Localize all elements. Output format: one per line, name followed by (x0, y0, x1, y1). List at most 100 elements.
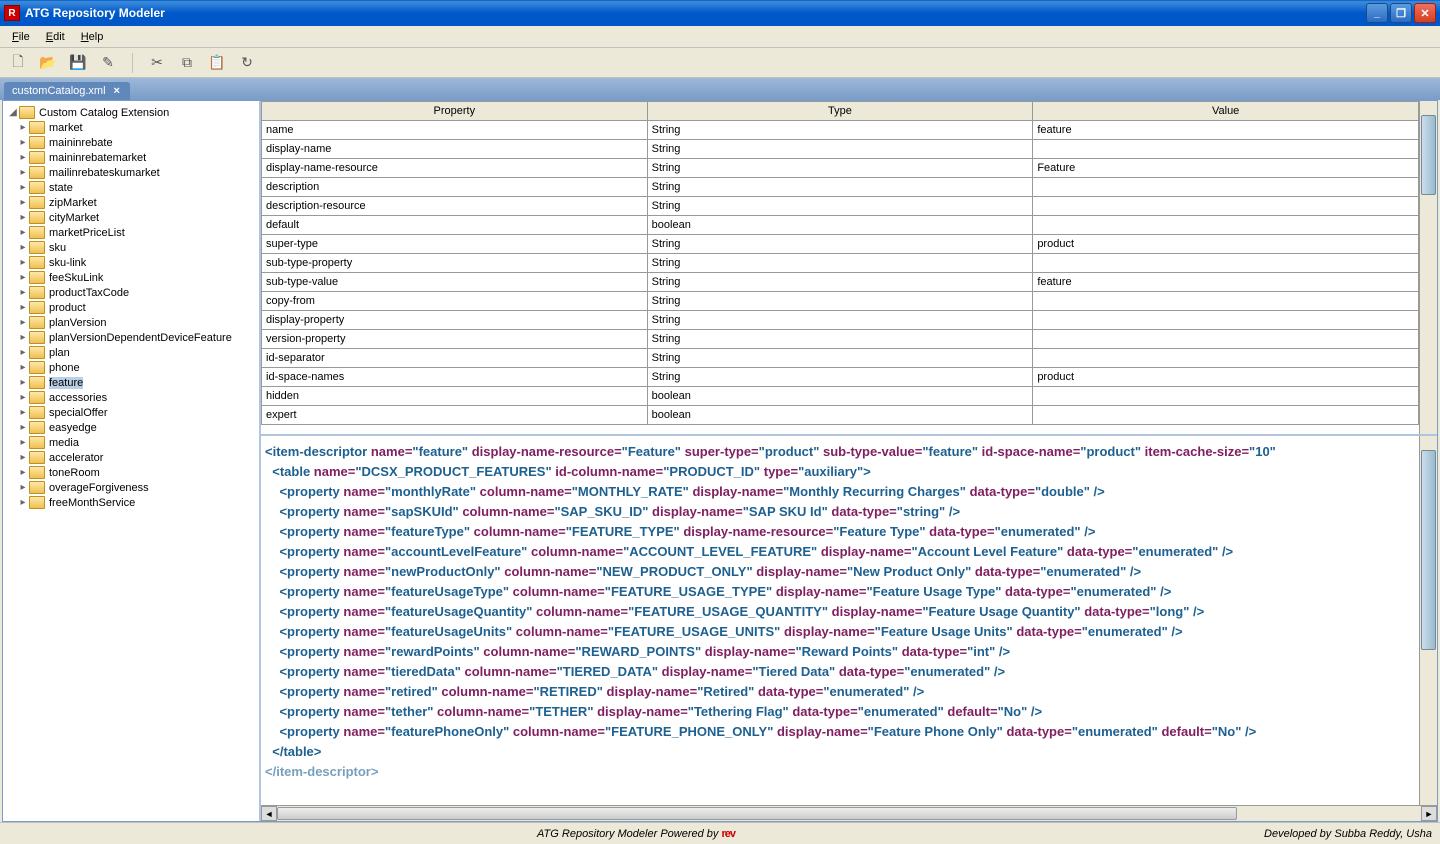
cell-property[interactable]: super-type (262, 235, 648, 254)
cell-property[interactable]: description (262, 178, 648, 197)
cell-value[interactable] (1033, 311, 1419, 330)
expander-icon[interactable]: ▸ (17, 197, 29, 208)
menu-file[interactable]: File (4, 29, 38, 45)
cell-property[interactable]: version-property (262, 330, 648, 349)
tree-item[interactable]: ▸media (3, 435, 259, 450)
property-table[interactable]: Property Type Value nameStringfeaturedis… (261, 101, 1419, 434)
cell-type[interactable]: boolean (647, 406, 1033, 425)
cell-type[interactable]: String (647, 254, 1033, 273)
expander-icon[interactable]: ▸ (17, 497, 29, 508)
cell-value[interactable] (1033, 140, 1419, 159)
file-tab[interactable]: customCatalog.xml × (4, 82, 130, 100)
tree-panel[interactable]: ◢ Custom Catalog Extension ▸market▸maini… (3, 101, 261, 821)
xml-view[interactable]: <item-descriptor name="feature" display-… (261, 436, 1419, 805)
expander-icon[interactable]: ▸ (17, 152, 29, 163)
table-row[interactable]: id-space-namesStringproduct (262, 368, 1419, 387)
cell-property[interactable]: description-resource (262, 197, 648, 216)
tree-item[interactable]: ▸maininrebatemarket (3, 150, 259, 165)
cell-property[interactable]: copy-from (262, 292, 648, 311)
cell-property[interactable]: display-name-resource (262, 159, 648, 178)
tab-close-icon[interactable]: × (112, 85, 122, 97)
tree-item[interactable]: ▸accelerator (3, 450, 259, 465)
expander-icon[interactable]: ▸ (17, 287, 29, 298)
tree-item[interactable]: ▸easyedge (3, 420, 259, 435)
tree-item[interactable]: ▸accessories (3, 390, 259, 405)
cell-value[interactable] (1033, 197, 1419, 216)
paste-icon[interactable]: 📋 (207, 53, 227, 73)
tree-item[interactable]: ▸sku (3, 240, 259, 255)
expander-icon[interactable]: ▸ (17, 272, 29, 283)
table-row[interactable]: nameStringfeature (262, 121, 1419, 140)
cell-type[interactable]: String (647, 349, 1033, 368)
tree-item[interactable]: ▸planVersionDependentDeviceFeature (3, 330, 259, 345)
cell-value[interactable]: Feature (1033, 159, 1419, 178)
expander-icon[interactable]: ▸ (17, 122, 29, 133)
expander-icon[interactable]: ▸ (17, 332, 29, 343)
cell-type[interactable]: String (647, 368, 1033, 387)
cell-value[interactable] (1033, 387, 1419, 406)
tree-item[interactable]: ▸mailinrebateskumarket (3, 165, 259, 180)
expander-icon[interactable]: ▸ (17, 452, 29, 463)
expander-icon[interactable]: ▸ (17, 227, 29, 238)
cell-type[interactable]: String (647, 159, 1033, 178)
tree-item[interactable]: ▸plan (3, 345, 259, 360)
cell-value[interactable] (1033, 349, 1419, 368)
expander-icon[interactable]: ▸ (17, 182, 29, 193)
menu-help[interactable]: Help (73, 29, 112, 45)
tree-item[interactable]: ▸feature (3, 375, 259, 390)
tree-item[interactable]: ▸freeMonthService (3, 495, 259, 510)
tree-item[interactable]: ▸state (3, 180, 259, 195)
cell-value[interactable] (1033, 178, 1419, 197)
tree-item[interactable]: ▸product (3, 300, 259, 315)
expander-icon[interactable]: ◢ (7, 107, 19, 118)
cell-property[interactable]: default (262, 216, 648, 235)
tree-item[interactable]: ▸sku-link (3, 255, 259, 270)
cell-property[interactable]: id-space-names (262, 368, 648, 387)
expander-icon[interactable]: ▸ (17, 212, 29, 223)
expander-icon[interactable]: ▸ (17, 167, 29, 178)
table-row[interactable]: sub-type-propertyString (262, 254, 1419, 273)
scrollbar-thumb[interactable] (277, 807, 1237, 820)
scrollbar-thumb[interactable] (1421, 450, 1436, 650)
cell-type[interactable]: String (647, 121, 1033, 140)
table-row[interactable]: sub-type-valueStringfeature (262, 273, 1419, 292)
expander-icon[interactable]: ▸ (17, 137, 29, 148)
tree-item[interactable]: ▸planVersion (3, 315, 259, 330)
scrollbar-thumb[interactable] (1421, 115, 1436, 195)
expander-icon[interactable]: ▸ (17, 467, 29, 478)
cell-value[interactable]: product (1033, 368, 1419, 387)
cell-type[interactable]: String (647, 273, 1033, 292)
table-row[interactable]: super-typeStringproduct (262, 235, 1419, 254)
cell-type[interactable]: String (647, 235, 1033, 254)
table-row[interactable]: hiddenboolean (262, 387, 1419, 406)
expander-icon[interactable]: ▸ (17, 362, 29, 373)
expander-icon[interactable]: ▸ (17, 482, 29, 493)
cut-icon[interactable]: ✂ (147, 53, 167, 73)
close-button[interactable]: ✕ (1414, 3, 1436, 23)
open-icon[interactable]: 📂 (38, 53, 58, 73)
table-scrollbar[interactable] (1419, 101, 1437, 434)
expander-icon[interactable]: ▸ (17, 317, 29, 328)
cell-value[interactable]: feature (1033, 273, 1419, 292)
cell-type[interactable]: boolean (647, 387, 1033, 406)
cell-type[interactable]: String (647, 140, 1033, 159)
expander-icon[interactable]: ▸ (17, 302, 29, 313)
cell-type[interactable]: boolean (647, 216, 1033, 235)
xml-h-scrollbar[interactable]: ◄ ► (261, 805, 1437, 821)
tree-item[interactable]: ▸productTaxCode (3, 285, 259, 300)
table-row[interactable]: display-nameString (262, 140, 1419, 159)
expander-icon[interactable]: ▸ (17, 242, 29, 253)
cell-type[interactable]: String (647, 197, 1033, 216)
table-row[interactable]: expertboolean (262, 406, 1419, 425)
cell-property[interactable]: display-property (262, 311, 648, 330)
table-row[interactable]: display-name-resourceStringFeature (262, 159, 1419, 178)
table-row[interactable]: copy-fromString (262, 292, 1419, 311)
cell-value[interactable] (1033, 330, 1419, 349)
refresh-icon[interactable]: ↻ (237, 53, 257, 73)
col-value[interactable]: Value (1033, 102, 1419, 121)
cell-type[interactable]: String (647, 330, 1033, 349)
cell-property[interactable]: display-name (262, 140, 648, 159)
cell-property[interactable]: sub-type-value (262, 273, 648, 292)
expander-icon[interactable]: ▸ (17, 422, 29, 433)
table-row[interactable]: id-separatorString (262, 349, 1419, 368)
